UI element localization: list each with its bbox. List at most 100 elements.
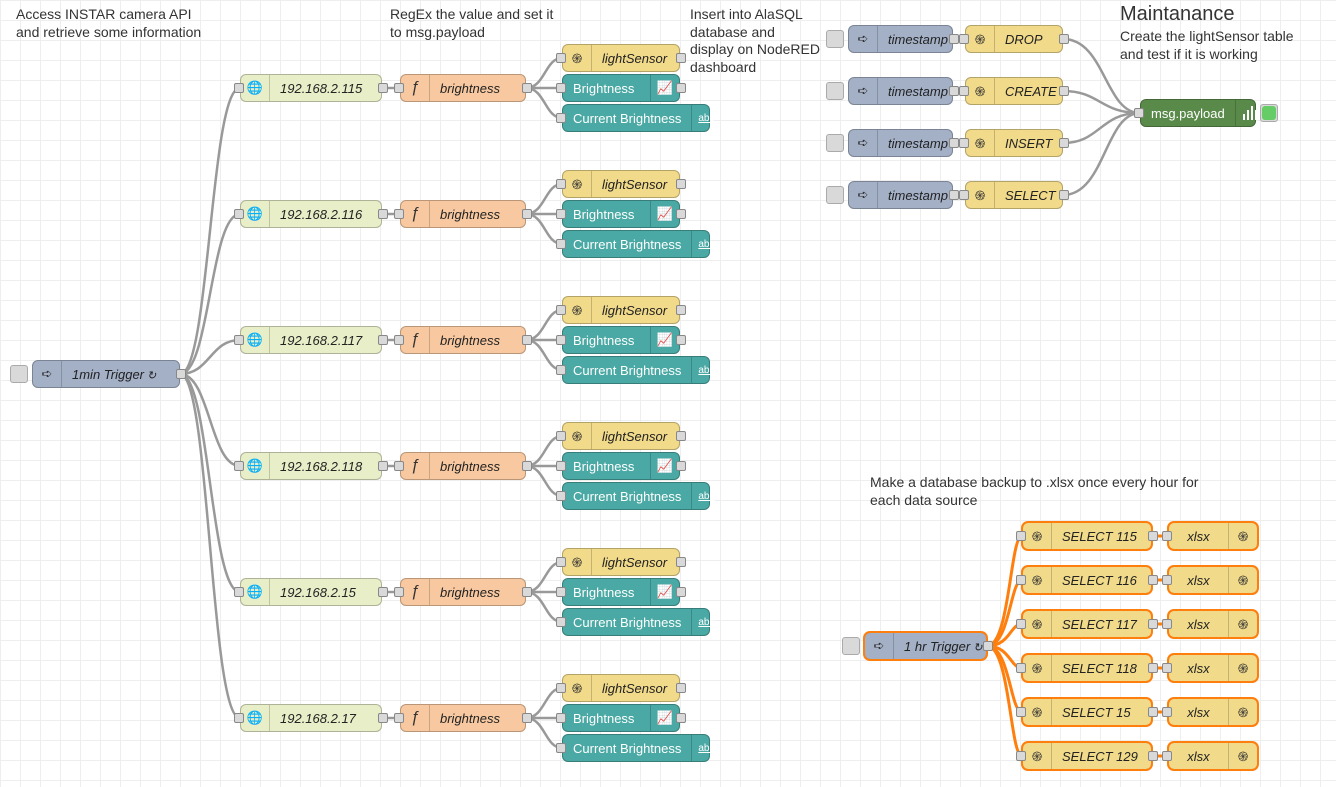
inject-button[interactable] xyxy=(826,186,844,204)
input-port[interactable] xyxy=(556,587,566,597)
input-port[interactable] xyxy=(1016,751,1026,761)
output-port[interactable] xyxy=(378,461,388,471)
input-port[interactable] xyxy=(556,683,566,693)
node-current-brightness[interactable]: Current Brightnessabc xyxy=(562,734,710,762)
node-function[interactable]: ƒbrightness xyxy=(400,74,526,102)
input-port[interactable] xyxy=(234,587,244,597)
node-http[interactable]: 🌐192.168.2.115 xyxy=(240,74,382,102)
input-port[interactable] xyxy=(1016,531,1026,541)
flow-canvas[interactable]: Access INSTAR camera API and retrieve so… xyxy=(0,0,1336,787)
input-port[interactable] xyxy=(556,53,566,63)
node-sql-op[interactable]: ֍CREATE xyxy=(965,77,1063,105)
node-brightness-chart[interactable]: Brightness📈 xyxy=(562,200,680,228)
output-port[interactable] xyxy=(378,713,388,723)
input-port[interactable] xyxy=(556,179,566,189)
input-port[interactable] xyxy=(556,557,566,567)
output-port[interactable] xyxy=(949,34,959,44)
output-port[interactable] xyxy=(676,713,686,723)
output-port[interactable] xyxy=(1148,751,1158,761)
output-port[interactable] xyxy=(176,369,186,379)
output-port[interactable] xyxy=(1059,86,1069,96)
output-port[interactable] xyxy=(1148,575,1158,585)
node-select-backup[interactable]: ֍SELECT 115 xyxy=(1022,522,1152,550)
node-timestamp[interactable]: ➪timestamp xyxy=(848,181,953,209)
node-lightsensor[interactable]: ֍lightSensor xyxy=(562,674,680,702)
input-port[interactable] xyxy=(556,239,566,249)
input-port[interactable] xyxy=(556,431,566,441)
output-port[interactable] xyxy=(676,335,686,345)
node-http[interactable]: 🌐192.168.2.117 xyxy=(240,326,382,354)
input-port[interactable] xyxy=(394,713,404,723)
output-port[interactable] xyxy=(522,461,532,471)
node-brightness-chart[interactable]: Brightness📈 xyxy=(562,578,680,606)
input-port[interactable] xyxy=(556,713,566,723)
input-port[interactable] xyxy=(1016,619,1026,629)
output-port[interactable] xyxy=(522,83,532,93)
input-port[interactable] xyxy=(959,86,969,96)
input-port[interactable] xyxy=(959,138,969,148)
node-xlsx[interactable]: xlsx֍ xyxy=(1168,698,1258,726)
output-port[interactable] xyxy=(949,190,959,200)
output-port[interactable] xyxy=(676,53,686,63)
node-sql-op[interactable]: ֍INSERT xyxy=(965,129,1063,157)
output-port[interactable] xyxy=(1059,138,1069,148)
node-function[interactable]: ƒbrightness xyxy=(400,578,526,606)
node-lightsensor[interactable]: ֍lightSensor xyxy=(562,548,680,576)
node-http[interactable]: 🌐192.168.2.15 xyxy=(240,578,382,606)
node-select-backup[interactable]: ֍SELECT 116 xyxy=(1022,566,1152,594)
output-port[interactable] xyxy=(1148,707,1158,717)
node-brightness-chart[interactable]: Brightness📈 xyxy=(562,452,680,480)
output-port[interactable] xyxy=(983,641,993,651)
node-brightness-chart[interactable]: Brightness📈 xyxy=(562,74,680,102)
node-http[interactable]: 🌐192.168.2.17 xyxy=(240,704,382,732)
output-port[interactable] xyxy=(1148,619,1158,629)
input-port[interactable] xyxy=(1016,663,1026,673)
output-port[interactable] xyxy=(1059,190,1069,200)
input-port[interactable] xyxy=(1162,751,1172,761)
node-sql-op[interactable]: ֍DROP xyxy=(965,25,1063,53)
output-port[interactable] xyxy=(676,461,686,471)
input-port[interactable] xyxy=(556,305,566,315)
node-1hr-trigger[interactable]: ➪ 1 hr Trigger↻ xyxy=(864,632,987,660)
output-port[interactable] xyxy=(522,713,532,723)
node-timestamp[interactable]: ➪timestamp xyxy=(848,129,953,157)
output-port[interactable] xyxy=(676,683,686,693)
input-port[interactable] xyxy=(556,617,566,627)
output-port[interactable] xyxy=(676,179,686,189)
output-port[interactable] xyxy=(676,587,686,597)
output-port[interactable] xyxy=(1148,663,1158,673)
input-port[interactable] xyxy=(556,461,566,471)
output-port[interactable] xyxy=(378,335,388,345)
output-port[interactable] xyxy=(949,138,959,148)
input-port[interactable] xyxy=(234,83,244,93)
node-xlsx[interactable]: xlsx֍ xyxy=(1168,566,1258,594)
input-port[interactable] xyxy=(556,335,566,345)
input-port[interactable] xyxy=(1162,575,1172,585)
node-select-backup[interactable]: ֍SELECT 129 xyxy=(1022,742,1152,770)
input-port[interactable] xyxy=(394,209,404,219)
input-port[interactable] xyxy=(394,461,404,471)
input-port[interactable] xyxy=(234,209,244,219)
output-port[interactable] xyxy=(949,86,959,96)
input-port[interactable] xyxy=(1134,108,1144,118)
node-xlsx[interactable]: xlsx֍ xyxy=(1168,654,1258,682)
inject-button[interactable] xyxy=(826,82,844,100)
node-select-backup[interactable]: ֍SELECT 117 xyxy=(1022,610,1152,638)
input-port[interactable] xyxy=(1016,575,1026,585)
input-port[interactable] xyxy=(394,83,404,93)
input-port[interactable] xyxy=(1162,707,1172,717)
input-port[interactable] xyxy=(556,491,566,501)
input-port[interactable] xyxy=(234,461,244,471)
input-port[interactable] xyxy=(556,365,566,375)
output-port[interactable] xyxy=(522,587,532,597)
node-lightsensor[interactable]: ֍lightSensor xyxy=(562,170,680,198)
node-select-backup[interactable]: ֍SELECT 15 xyxy=(1022,698,1152,726)
output-port[interactable] xyxy=(1148,531,1158,541)
node-http[interactable]: 🌐192.168.2.116 xyxy=(240,200,382,228)
node-brightness-chart[interactable]: Brightness📈 xyxy=(562,704,680,732)
node-timestamp[interactable]: ➪timestamp xyxy=(848,25,953,53)
node-xlsx[interactable]: xlsx֍ xyxy=(1168,610,1258,638)
input-port[interactable] xyxy=(1016,707,1026,717)
output-port[interactable] xyxy=(378,83,388,93)
input-port[interactable] xyxy=(394,335,404,345)
